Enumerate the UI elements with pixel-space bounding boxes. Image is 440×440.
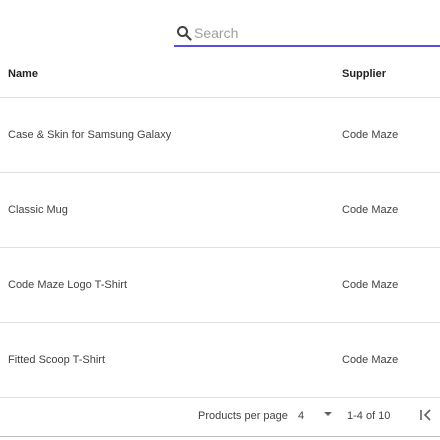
table-row[interactable]: Fitted Scoop T-Shirt Code Maze	[0, 323, 440, 398]
page-range-text: 1-4 of 10	[347, 410, 391, 422]
search-icon	[177, 25, 192, 41]
rows-per-page-select[interactable]: 4	[298, 410, 304, 422]
products-table: Name Supplier Case & Skin for Samsung Ga…	[0, 50, 440, 398]
chevron-down-icon[interactable]	[324, 412, 332, 416]
first-page-icon[interactable]	[418, 407, 434, 423]
product-supplier: Code Maze	[342, 279, 399, 291]
column-header-name[interactable]: Name	[8, 68, 38, 80]
product-name: Classic Mug	[8, 204, 68, 216]
rows-per-page-label: Products per page	[198, 410, 288, 422]
search-input[interactable]	[194, 22, 424, 43]
product-name: Code Maze Logo T-Shirt	[8, 279, 128, 291]
table-row[interactable]: Case & Skin for Samsung Galaxy Code Maze	[0, 98, 440, 173]
product-supplier: Code Maze	[342, 204, 399, 216]
product-supplier: Code Maze	[342, 129, 399, 141]
table-row[interactable]: Code Maze Logo T-Shirt Code Maze	[0, 248, 440, 323]
search-bar[interactable]	[174, 20, 440, 47]
table-pager: Products per page 4 1-4 of 10	[0, 397, 440, 437]
product-name: Case & Skin for Samsung Galaxy	[8, 129, 172, 141]
table-header-row: Name Supplier	[0, 50, 440, 98]
product-name: Fitted Scoop T-Shirt	[8, 354, 106, 366]
column-header-supplier[interactable]: Supplier	[342, 68, 386, 80]
rows-per-page-value: 4	[298, 410, 305, 422]
product-supplier: Code Maze	[342, 354, 399, 366]
table-row[interactable]: Classic Mug Code Maze	[0, 173, 440, 248]
